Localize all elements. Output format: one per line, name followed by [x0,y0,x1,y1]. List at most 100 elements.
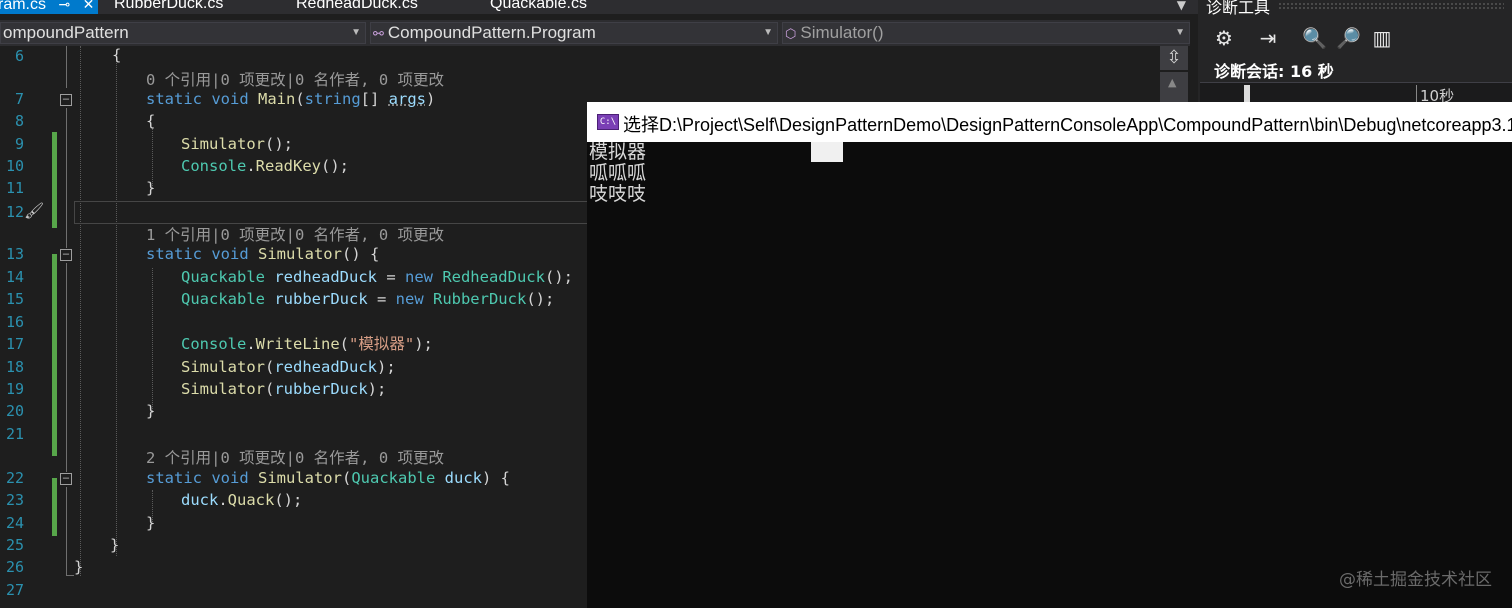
variable-name: duck [181,491,219,509]
class-dropdown[interactable]: ⚯ CompoundPattern.Program ▼ [370,22,778,44]
collapse-icon[interactable]: − [60,248,72,261]
change-marker [52,254,57,456]
code-text: } [146,402,156,420]
keyword: static void [146,245,258,263]
timeline-ruler[interactable]: 10秒 [1200,82,1512,106]
tab-program-cs[interactable]: ram.cs ⊸ ✕ [0,0,99,14]
tab-redhead-duck-cs[interactable]: RedheadDuck.cs [296,0,418,14]
diagnostics-toolbar: ⚙ ⇥ 🔍 🔎 ▥ [1198,18,1512,56]
change-marker [52,478,57,536]
punct: ( [341,469,352,487]
code-line-14: Quackable redheadDuck = new RedheadDuck(… [181,266,573,288]
tab-program-label: ram.cs [0,0,46,13]
code-line-22: static void Simulator(Quackable duck) { [146,467,510,489]
type-name: Quackable [181,290,265,308]
variable-name: rubberDuck [274,380,368,398]
current-line-highlight [74,201,594,224]
punct: ); [414,335,433,353]
tab-label: Quackable.cs [490,0,587,12]
codelens-simulator-duck[interactable]: 2 个引用|0 项更改|0 名作者, 0 项更改 [146,446,444,468]
class-dropdown-label: CompoundPattern.Program [387,23,596,42]
codelens-simulator[interactable]: 1 个引用|0 项更改|0 名作者, 0 项更改 [146,223,444,245]
method-name: Main [257,90,296,108]
keyword: new [404,268,443,286]
punct: () { [341,245,380,263]
outline-line [66,263,67,472]
param-name: args [388,90,426,108]
zoom-out-icon[interactable]: 🔎 [1336,26,1361,50]
type-name: Console [181,335,247,353]
panel-grip[interactable] [1278,2,1504,10]
timeline-marker[interactable] [1244,85,1250,103]
code-line-23: duck.Quack(); [181,489,302,511]
session-duration: 诊断会话: 16 秒 [1214,62,1334,81]
code-line-26: } [74,556,83,578]
punct: . [246,157,256,175]
punct: . [246,335,256,353]
line-number: 6 [14,47,24,65]
export-icon[interactable]: ⇥ [1256,26,1280,50]
console-title-bar[interactable]: C:\ 选择D:\Project\Self\DesignPatternDemo\… [587,102,1512,142]
chevron-down-icon: ▼ [1175,27,1185,38]
outline-line [66,46,67,88]
variable-name: redheadDuck [274,358,377,376]
line-number: 25 [5,536,24,554]
punct: (); [265,135,293,153]
param-name: duck [435,469,482,487]
tab-rubber-duck-cs[interactable]: RubberDuck.cs [114,0,223,14]
console-output: 模拟器 呱呱呱 吱吱吱 [589,142,646,205]
method-lock-icon: ⬡ [785,26,797,41]
codelens-text: 2 个引用|0 项更改|0 名作者, 0 项更改 [146,449,444,467]
split-window-icon[interactable]: ⇳ [1160,46,1188,70]
brush-icon[interactable]: 🖌 [24,201,46,221]
chevron-down-icon: ▼ [763,27,773,38]
line-number: 20 [5,402,24,420]
code-line-13: static void Simulator() { [146,243,379,265]
tab-overflow-dropdown-icon[interactable]: ▼ [1177,0,1186,12]
variable-name: rubberDuck [265,290,368,308]
collapse-icon[interactable]: − [60,93,72,106]
line-number: 21 [5,425,24,443]
method-name: Simulator [257,469,342,487]
line-number: 26 [5,558,24,576]
code-text: } [74,558,84,576]
code-text: { [146,112,156,130]
watermark: @稀土掘金技术社区 [1339,570,1492,590]
punct: ) { [482,469,510,487]
line-number: 7 [14,90,24,108]
console-window[interactable]: C:\ 选择D:\Project\Self\DesignPatternDemo\… [587,102,1512,608]
code-line-25: } [110,534,119,556]
type-name: Console [181,157,247,175]
punct: [] [360,90,389,108]
line-number: 12 [5,203,24,221]
tab-label: RubberDuck.cs [114,0,224,12]
code-line-9: Simulator(); [181,133,293,155]
console-app-icon: C:\ [597,114,619,130]
line-number: 17 [5,335,24,353]
member-dropdown[interactable]: ⬡ Simulator() ▼ [782,22,1190,44]
collapse-icon[interactable]: − [60,472,72,485]
code-line-17: Console.WriteLine("模拟器"); [181,333,433,355]
close-icon[interactable]: ✕ [83,0,95,12]
line-number: 15 [5,290,24,308]
gear-icon[interactable]: ⚙ [1212,26,1236,50]
line-number: 16 [5,313,24,331]
chart-icon[interactable]: ▥ [1370,26,1394,50]
outline-end [66,575,74,576]
line-number: 8 [14,112,24,130]
pin-icon[interactable]: ⊸ [58,0,70,12]
indent-guide [152,268,153,413]
code-text: } [110,536,120,554]
line-number: 9 [14,135,24,153]
project-dropdown[interactable]: ompoundPattern ▼ [0,22,366,44]
navigation-bar: ompoundPattern ▼ ⚯ CompoundPattern.Progra… [0,20,1190,46]
zoom-in-icon[interactable]: 🔍 [1302,26,1327,50]
punct: = [367,290,396,308]
tab-quackable-cs[interactable]: Quackable.cs [490,0,587,14]
line-number: 18 [5,358,24,376]
codelens-text: 0 个引用|0 项更改|0 名作者, 0 项更改 [146,71,444,89]
scroll-up-icon[interactable]: ▲ [1168,76,1176,89]
punct: = [376,268,405,286]
codelens-main[interactable]: 0 个引用|0 项更改|0 名作者, 0 项更改 [146,68,444,90]
code-line-6: { [112,44,121,66]
